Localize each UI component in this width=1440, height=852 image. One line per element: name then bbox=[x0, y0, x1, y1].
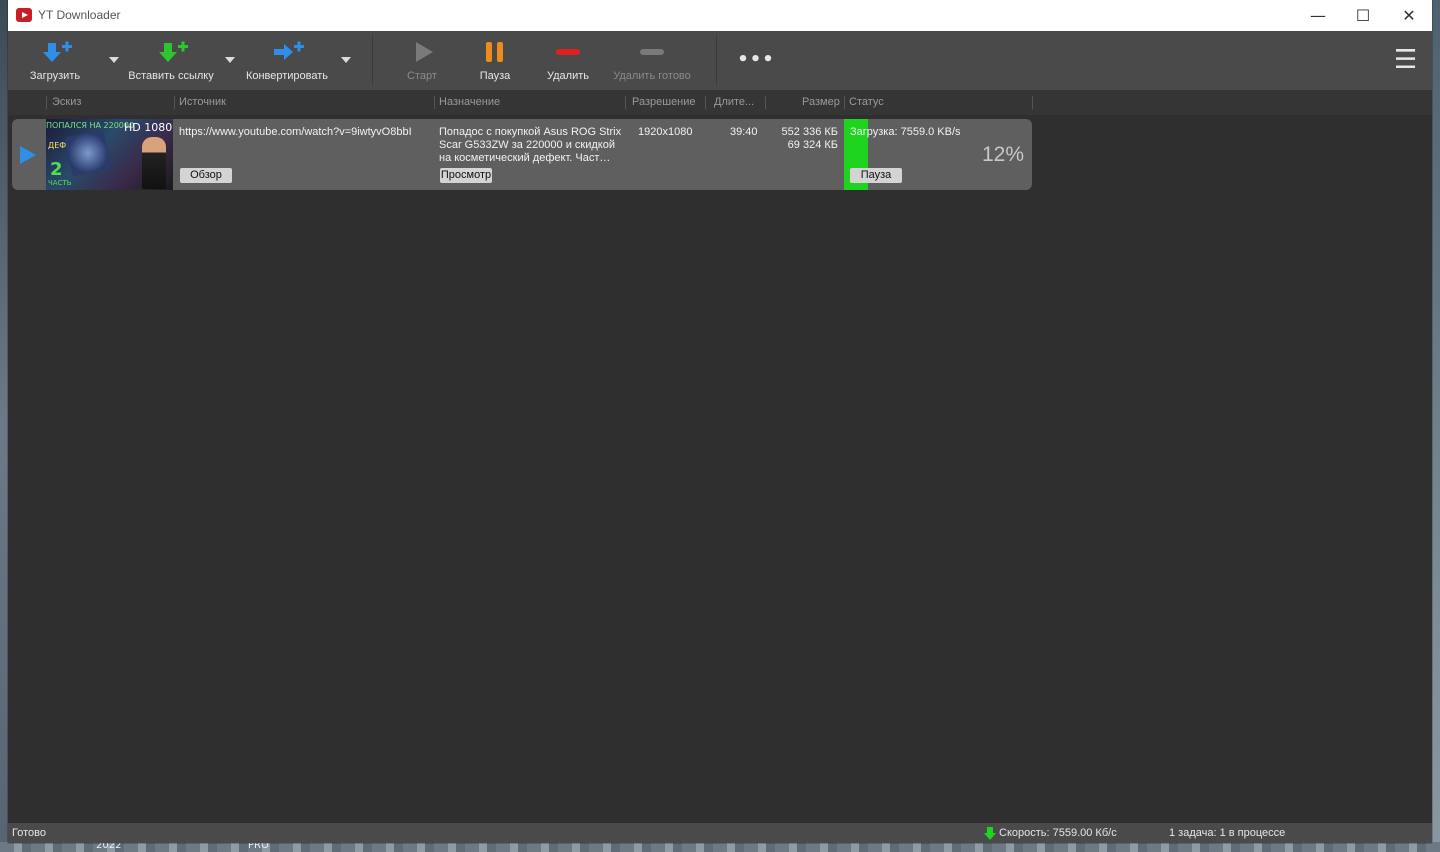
maximize-button[interactable]: ☐ bbox=[1340, 0, 1386, 31]
thumbnail-laptop-shape bbox=[64, 129, 112, 177]
download-row[interactable]: ПОПАЛСЯ НА 220000 HD 1080 ДЕФЕКТ 2 ЧАСТЬ… bbox=[12, 119, 1032, 190]
delete-button-label: Удалить bbox=[547, 70, 589, 82]
row-pause-button[interactable]: Пауза bbox=[850, 168, 902, 183]
pause-button[interactable]: Пауза bbox=[468, 31, 522, 90]
toolbar-separator bbox=[372, 35, 373, 85]
thumbnail-caption-bottom: ЧАСТЬ bbox=[48, 179, 72, 187]
status-tasks: 1 задача: 1 в процессе bbox=[1169, 827, 1286, 839]
thumbnail-caption-top: ПОПАЛСЯ НА 220000 bbox=[46, 121, 135, 130]
delete-button[interactable]: Удалить bbox=[540, 31, 596, 90]
title-bar: YT Downloader — ☐ ✕ bbox=[8, 0, 1432, 31]
column-destination[interactable]: Назначение bbox=[439, 96, 500, 108]
column-divider bbox=[765, 96, 766, 109]
size-total-value: 552 336 КБ bbox=[781, 126, 838, 138]
destination-title-line: Попадос с покупкой Asus ROG Strix bbox=[439, 126, 622, 138]
status-text: Загрузка: 7559.0 KB/s bbox=[850, 126, 961, 138]
thumbnail-caption-num: 2 bbox=[50, 159, 63, 180]
minus-disabled-icon bbox=[640, 49, 664, 55]
column-duration[interactable]: Длите... bbox=[714, 96, 754, 108]
pause-icon bbox=[486, 42, 503, 62]
convert-button[interactable]: Конвертировать bbox=[242, 31, 332, 90]
app-window: YT Downloader — ☐ ✕ Загрузить Вставить с… bbox=[8, 0, 1432, 843]
play-icon bbox=[416, 42, 433, 62]
more-button[interactable]: ••• bbox=[736, 31, 776, 90]
delete-done-button[interactable]: Удалить готово bbox=[608, 31, 696, 90]
delete-done-button-label: Удалить готово bbox=[613, 70, 691, 82]
column-divider bbox=[625, 96, 626, 109]
desktop-left-edge bbox=[0, 0, 8, 852]
minimize-button[interactable]: — bbox=[1295, 0, 1341, 31]
toolbar: Загрузить Вставить ссылку Конвертировать bbox=[8, 31, 1432, 90]
pause-button-label: Пауза bbox=[479, 70, 511, 82]
view-button[interactable]: Просмотр bbox=[440, 168, 492, 183]
app-logo-icon bbox=[16, 8, 32, 22]
paste-link-button[interactable]: Вставить ссылку bbox=[126, 31, 216, 90]
resolution-value: 1920x1080 bbox=[638, 126, 693, 138]
destination-title-line: Scar G533ZW за 220000 и скидкой bbox=[439, 139, 615, 151]
speed-down-arrow-icon bbox=[984, 827, 996, 840]
more-dots-icon: ••• bbox=[737, 49, 775, 70]
toolbar-separator-2 bbox=[716, 35, 717, 85]
window-title: YT Downloader bbox=[38, 8, 121, 22]
video-thumbnail: ПОПАЛСЯ НА 220000 HD 1080 ДЕФЕКТ 2 ЧАСТЬ bbox=[46, 119, 173, 190]
start-button-label: Старт bbox=[407, 70, 437, 82]
column-divider bbox=[434, 96, 435, 109]
browse-button[interactable]: Обзор bbox=[180, 168, 232, 183]
status-speed: Скорость: 7559.00 Кб/с bbox=[999, 827, 1117, 839]
column-resolution[interactable]: Разрешение bbox=[632, 96, 696, 108]
convert-button-label: Конвертировать bbox=[245, 70, 329, 82]
progress-percent: 12% bbox=[981, 143, 1024, 166]
paste-link-button-label: Вставить ссылку bbox=[128, 70, 214, 82]
status-ready: Готово bbox=[12, 827, 46, 839]
column-status[interactable]: Статус bbox=[849, 96, 884, 108]
column-divider bbox=[174, 96, 175, 109]
start-button[interactable]: Старт bbox=[396, 31, 448, 90]
status-bar: Готово Скорость: 7559.00 Кб/с 1 задача: … bbox=[8, 823, 1432, 843]
download-button[interactable]: Загрузить bbox=[20, 31, 90, 90]
column-divider bbox=[705, 96, 706, 109]
download-dropdown-chevron-icon[interactable] bbox=[109, 57, 119, 63]
thumbnail-hd-badge: HD 1080 bbox=[124, 121, 173, 134]
column-divider bbox=[46, 96, 47, 109]
paste-link-dropdown-chevron-icon[interactable] bbox=[225, 57, 235, 63]
column-size[interactable]: Размер bbox=[802, 96, 840, 108]
paste-link-arrow-icon bbox=[159, 41, 188, 62]
download-arrow-icon bbox=[43, 41, 72, 62]
destination-title-line: на косметический дефект. Част… bbox=[439, 152, 611, 164]
source-url: https://www.youtube.com/watch?v=9iwtyvO8… bbox=[179, 126, 412, 138]
convert-arrow-icon bbox=[274, 41, 304, 60]
minus-icon bbox=[556, 49, 580, 55]
size-done-value: 69 324 КБ bbox=[787, 139, 838, 151]
hamburger-menu-icon[interactable]: ☰ bbox=[1394, 46, 1417, 74]
column-divider bbox=[844, 96, 845, 109]
thumbnail-person-shape bbox=[142, 137, 166, 189]
column-thumb[interactable]: Эскиз bbox=[52, 96, 81, 108]
desktop-bottom-edge bbox=[0, 842, 1440, 852]
column-header: Эскиз Источник Назначение Разрешение Дли… bbox=[8, 90, 1432, 115]
column-source[interactable]: Источник bbox=[179, 96, 226, 108]
destination-title: Попадос с покупкой Asus ROG Strix Scar G… bbox=[439, 126, 629, 165]
close-button[interactable]: ✕ bbox=[1386, 0, 1432, 31]
row-play-icon[interactable] bbox=[20, 146, 36, 164]
convert-dropdown-chevron-icon[interactable] bbox=[341, 57, 351, 63]
column-divider bbox=[1032, 96, 1033, 109]
download-button-label: Загрузить bbox=[29, 70, 81, 82]
